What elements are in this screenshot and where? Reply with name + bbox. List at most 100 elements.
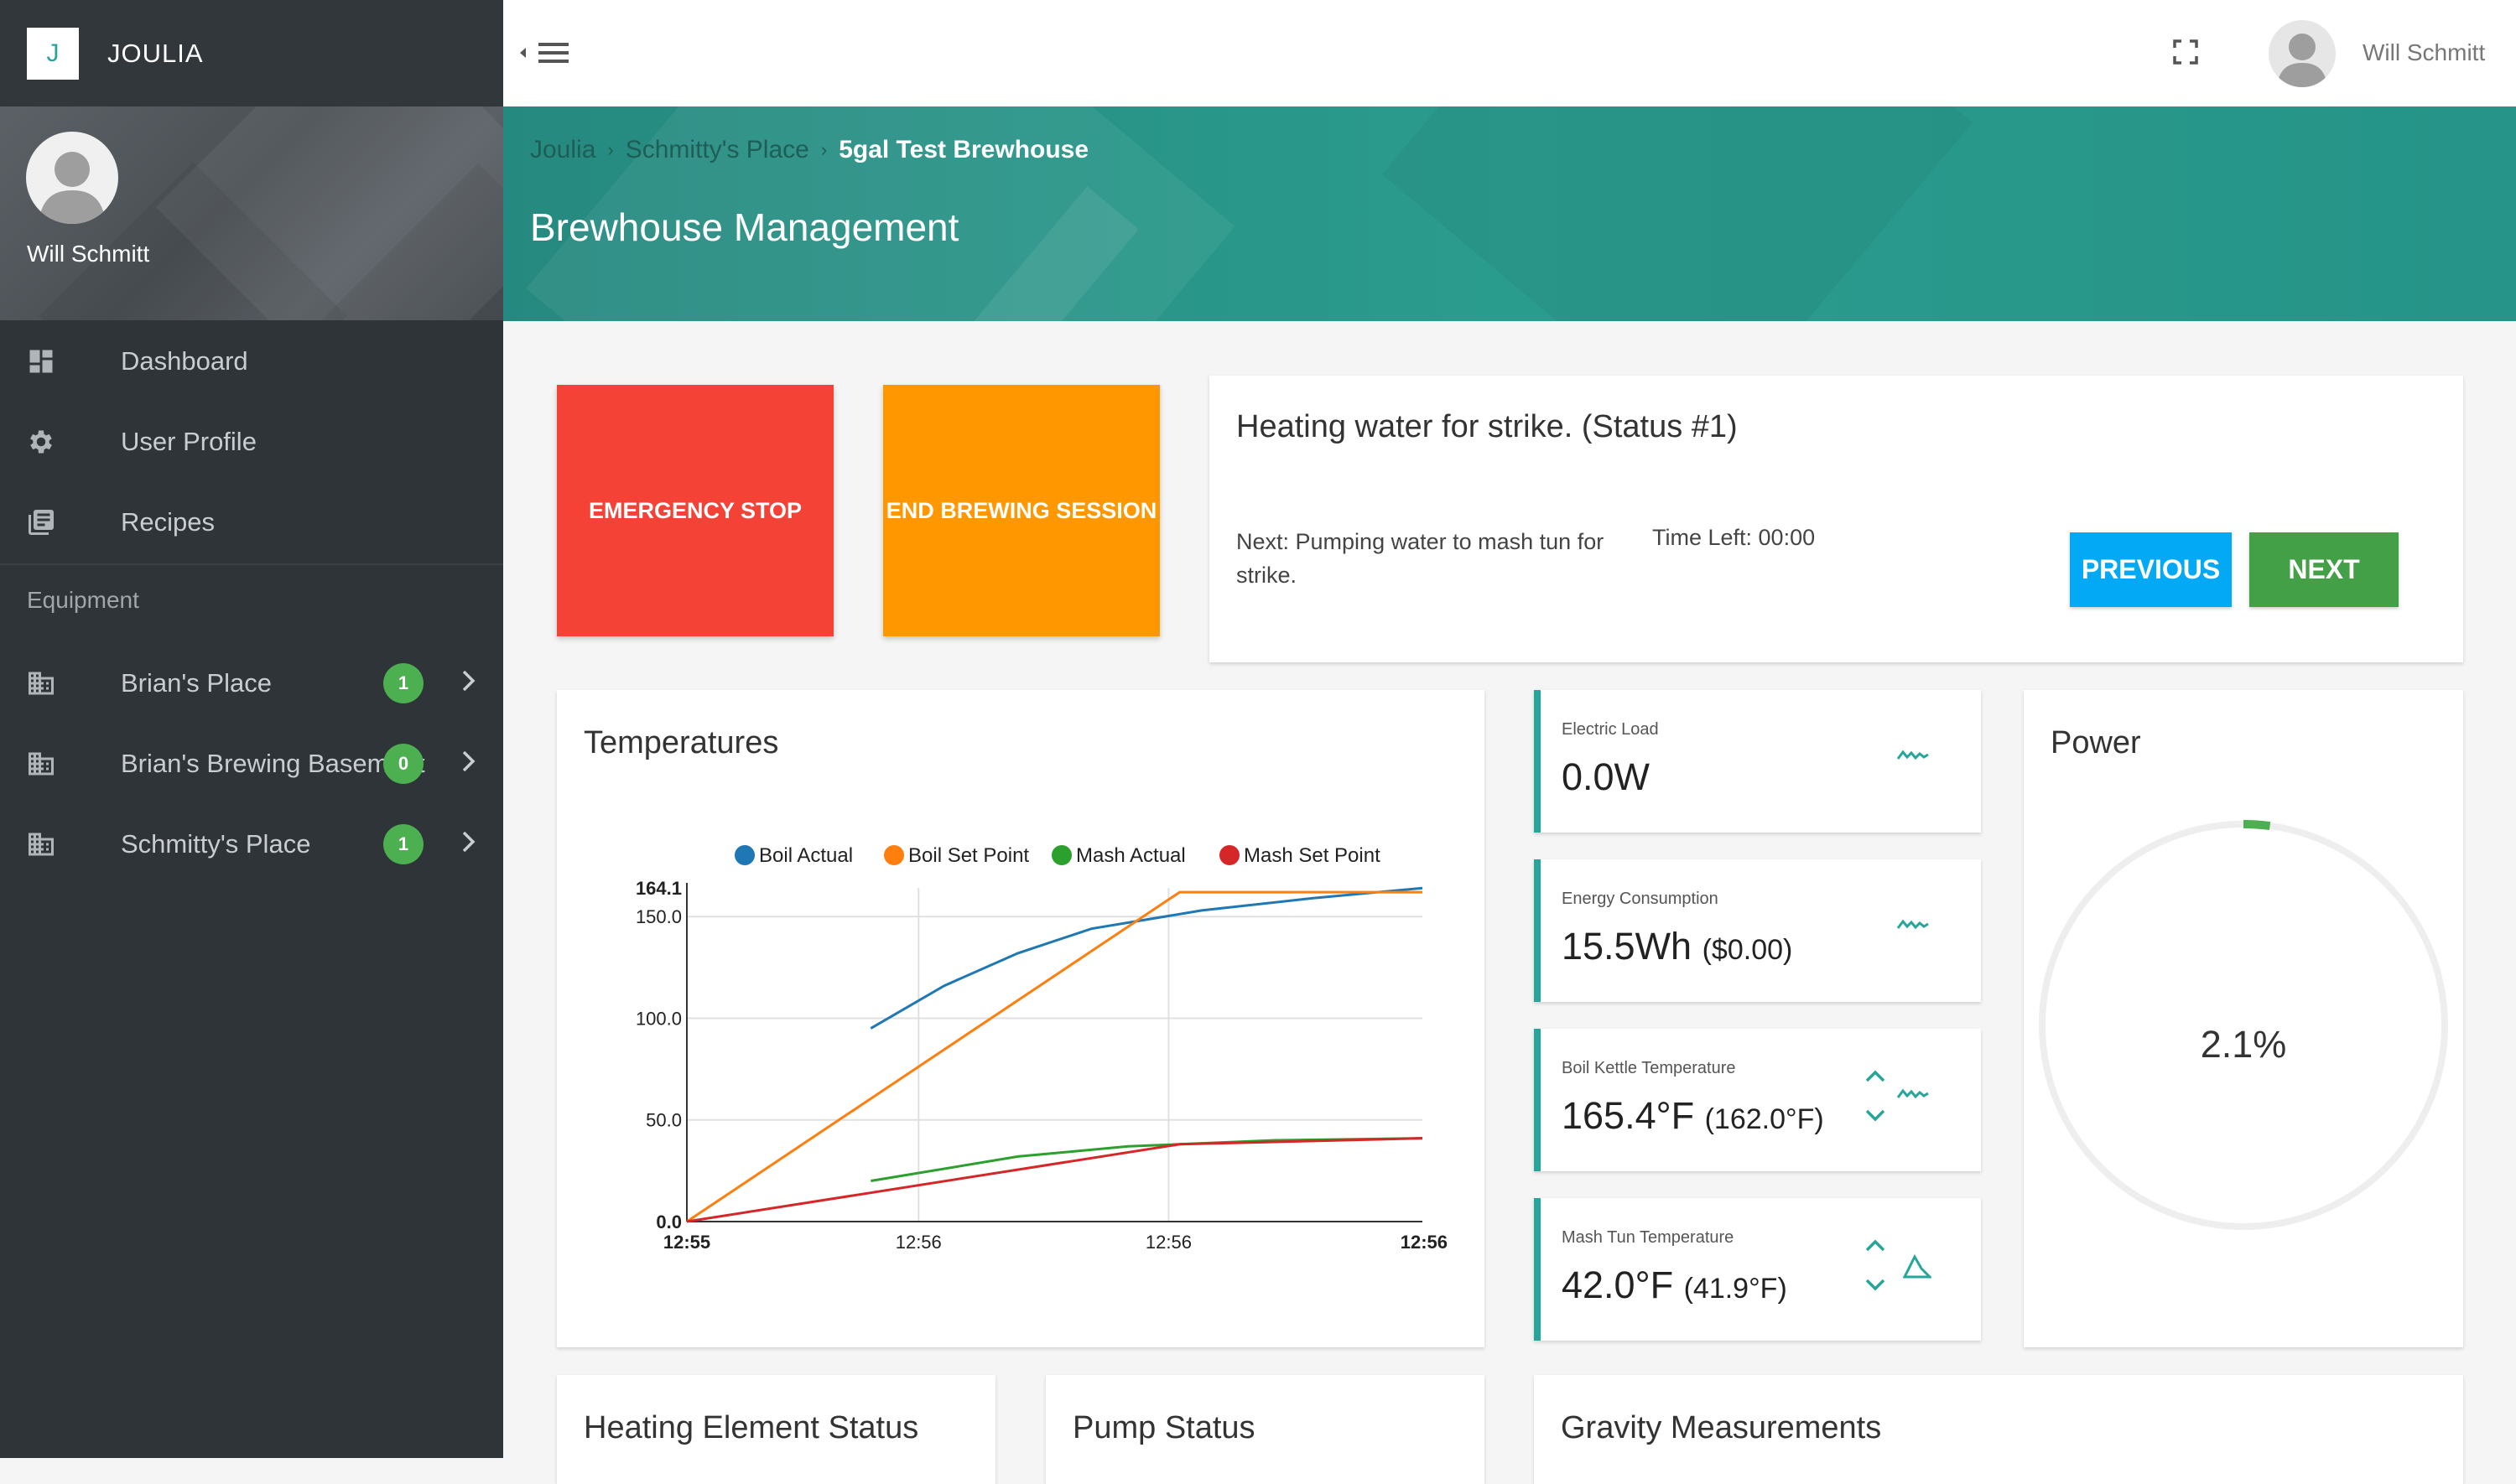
y-tick-label: 164.1 [636,878,682,899]
page-header: Joulia › Schmitty's Place › 5gal Test Br… [503,106,2516,321]
electric-load-card: Electric Load 0.0W [1534,690,1981,833]
y-tick-label: 0.0 [656,1212,682,1232]
breadcrumb-separator-icon: › [820,139,828,160]
chevron-down-icon[interactable] [1863,1103,1888,1128]
hamburger-menu-icon [520,43,569,63]
sidebar-item-brians-place[interactable]: Brian's Place 1 [0,643,503,724]
avatar[interactable] [2269,20,2336,87]
metric-value: 42.0°F (41.9°F) [1562,1263,1787,1307]
metric-value-text: 15.5Wh [1562,925,1692,968]
series-line-mash-set-point [686,1137,1423,1223]
gear-icon [24,425,58,459]
previous-button[interactable]: PREVIOUS [2070,532,2232,607]
power-card: Power 2.1% [2024,690,2463,1347]
card-title: Power [2051,725,2141,760]
next-button[interactable]: NEXT [2249,532,2399,607]
top-bar: Will Schmitt [503,0,2516,107]
page-title: Brewhouse Management [530,205,959,249]
chevron-up-icon[interactable] [1863,1233,1888,1258]
gauge-fill [2243,820,2271,831]
sidebar-item-dashboard[interactable]: Dashboard [0,321,503,402]
menu-toggle-button[interactable] [518,34,577,72]
legend-marker [735,845,755,865]
y-tick-label: 100.0 [636,1008,682,1029]
y-tick-label: 50.0 [646,1110,682,1131]
trend-chart-icon[interactable] [1896,745,1930,765]
chevron-up-icon[interactable] [1863,1064,1888,1089]
legend-marker [1219,845,1240,865]
metric-label: Energy Consumption [1562,890,1718,908]
y-tick-label: 150.0 [636,906,682,927]
metric-value-text: 0.0W [1562,755,1650,798]
metric-value: 165.4°F (162.0°F) [1562,1094,1824,1138]
trend-chart-icon[interactable] [1896,915,1930,935]
sidebar-item-label: Brian's Place [121,668,272,698]
metric-label: Electric Load [1562,720,1659,739]
building-icon [24,828,58,861]
mash-tun-temperature-card: Mash Tun Temperature 42.0°F (41.9°F) [1534,1198,1981,1341]
avatar[interactable] [26,132,118,224]
sidebar-item-user-profile[interactable]: User Profile [0,402,503,482]
status-title: Heating water for strike. (Status #1) [1236,409,1738,444]
sidebar-item-brians-brewing-basement[interactable]: Brian's Brewing Basement 0 [0,724,503,804]
sidebar-item-label: Dashboard [121,346,248,376]
breadcrumb-item[interactable]: Schmitty's Place [626,136,809,164]
x-tick-label: 12:56 [896,1232,942,1253]
chevron-right-icon[interactable] [460,666,478,701]
breadcrumb-item[interactable]: Joulia [530,136,595,164]
user-name[interactable]: Will Schmitt [2363,39,2485,66]
status-card: Heating water for strike. (Status #1) Ne… [1209,376,2463,662]
heating-element-status-card: Heating Element Status [557,1375,995,1484]
sidebar-item-label: Recipes [121,507,215,537]
dashboard-icon [24,345,58,378]
count-badge: 0 [383,744,424,784]
sidebar-item-schmittys-place[interactable]: Schmitty's Place 1 [0,804,503,885]
legend-label: Mash Actual [1076,844,1186,867]
card-title: Heating Element Status [584,1410,919,1445]
next-step-text: Next: Pumping water to mash tun for stri… [1236,529,1604,588]
user-silhouette-icon [2277,34,2327,87]
x-tick-label: 12:56 [1401,1232,1448,1253]
card-title: Pump Status [1073,1410,1255,1445]
metric-value: 0.0W [1562,755,1650,799]
metric-label: Mash Tun Temperature [1562,1228,1734,1247]
library-books-icon [24,506,58,539]
metric-value: 15.5Wh ($0.00) [1562,925,1792,968]
gravity-measurements-card: Gravity Measurements [1534,1375,2463,1484]
sidebar-item-label: User Profile [121,427,257,456]
building-icon [24,667,58,700]
pump-status-card: Pump Status [1046,1375,1484,1484]
energy-consumption-card: Energy Consumption 15.5Wh ($0.00) [1534,859,1981,1002]
series-line-boil-actual [870,886,1423,1030]
brand-header[interactable]: J JOULIA [0,0,503,106]
x-tick-label: 12:56 [1146,1232,1192,1253]
sidebar-item-recipes[interactable]: Recipes [0,482,503,563]
chevron-down-icon[interactable] [1863,1272,1888,1297]
brand-logo: J [27,27,79,80]
legend-label: Boil Actual [759,844,853,867]
metric-label: Boil Kettle Temperature [1562,1059,1736,1077]
legend-label: Mash Set Point [1244,844,1380,867]
power-value: 2.1% [2200,1023,2287,1066]
card-title: Gravity Measurements [1561,1410,1882,1445]
equipment-header: Equipment [27,587,139,613]
emergency-stop-button[interactable]: EMERGENCY STOP [557,385,834,636]
sidebar: J JOULIA Will Schmitt Dashboard User Pro… [0,0,503,1458]
breadcrumb-current: 5gal Test Brewhouse [839,136,1089,163]
boil-kettle-temperature-card: Boil Kettle Temperature 165.4°F (162.0°F… [1534,1029,1981,1171]
user-silhouette-icon [39,152,106,224]
brand-name: JOULIA [107,38,204,68]
trend-chart-icon[interactable] [1896,1084,1930,1104]
mountain-chart-icon[interactable] [1903,1253,1931,1280]
fullscreen-icon[interactable] [2172,39,2199,65]
chevron-right-icon[interactable] [460,827,478,862]
end-brewing-session-button[interactable]: END BREWING SESSION [883,385,1160,636]
sidebar-divider [0,563,503,565]
user-panel: Will Schmitt [0,106,503,320]
user-name: Will Schmitt [27,241,150,267]
count-badge: 1 [383,824,424,864]
x-tick-label: 12:55 [663,1232,710,1253]
chevron-right-icon[interactable] [460,746,478,781]
metric-value-text: 42.0°F [1562,1263,1674,1306]
breadcrumb-separator-icon: › [607,139,614,160]
